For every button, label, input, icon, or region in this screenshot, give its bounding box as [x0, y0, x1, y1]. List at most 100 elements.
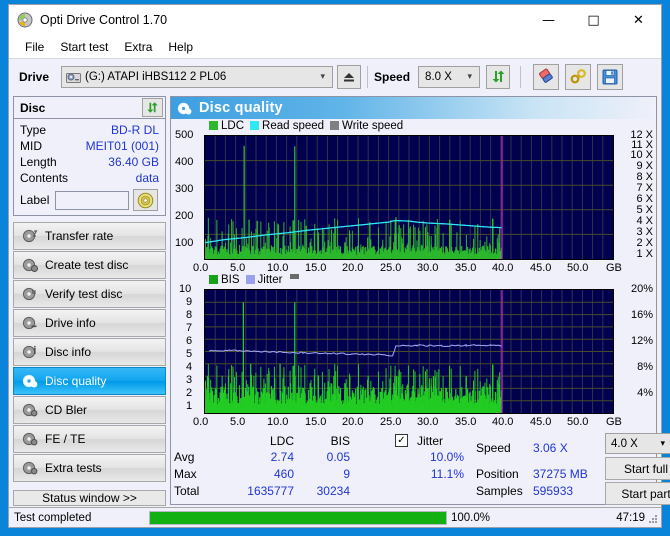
- legend-swatch: [250, 121, 260, 131]
- chart-ldc-readspeed[interactable]: 500 400 300 200 100 12 X 11 X 10 X 9 X 8…: [171, 129, 656, 274]
- chart2-y2tick: 20%: [630, 282, 653, 295]
- chart1-xunit: GB: [606, 261, 622, 274]
- speed-select[interactable]: 8.0 X ▾: [418, 65, 481, 88]
- eject-icon: [344, 72, 355, 81]
- disc-row-mid: MID MEIT01 (001): [20, 138, 159, 154]
- drive-value: (G:) ATAPI iHBS112 2 PL06: [85, 70, 227, 83]
- stats-panel: LDC BIS Avg Max Total 2.74 460 1635777 0…: [171, 432, 670, 505]
- sidebar-item-drive-info[interactable]: Drive info: [13, 309, 166, 337]
- jitter-checkbox[interactable]: ✓: [395, 434, 408, 447]
- save-button[interactable]: [597, 63, 624, 90]
- speed-label: Speed: [374, 69, 411, 84]
- chart2-y2tick: 8%: [637, 360, 653, 373]
- disc-row-type: Type BD-R DL: [20, 122, 159, 138]
- chart2-xtick: 40.0: [492, 415, 514, 428]
- start-full-button[interactable]: Start full: [605, 457, 670, 480]
- content-title: Disc quality: [199, 100, 283, 116]
- disc-value: 36.40 GB: [108, 155, 159, 169]
- progress-bar: [149, 510, 447, 525]
- sidebar-item-label: Verify test disc: [45, 287, 123, 301]
- disc-bler-icon: [22, 402, 38, 418]
- refresh-button[interactable]: [486, 64, 511, 89]
- jitter-label: Jitter: [417, 434, 444, 448]
- sidebar-item-create-test-disc[interactable]: Create test disc: [13, 251, 166, 279]
- app-window: Opti Drive Control 1.70 — □ ✕ File Start…: [8, 4, 670, 528]
- chart2-xtick: 0.0: [193, 415, 209, 428]
- chart1-xtick: 10.0: [267, 261, 289, 274]
- test-speed-select[interactable]: 4.0 X ▾: [605, 433, 670, 454]
- progress-fill: [150, 511, 446, 524]
- menu-start-test[interactable]: Start test: [52, 38, 116, 56]
- sidebar-item-label: Drive info: [45, 316, 96, 330]
- stats-position-label: Position: [476, 467, 519, 481]
- disc-label-button[interactable]: [133, 189, 159, 211]
- chart2-marker-icon: [290, 273, 300, 279]
- erase-button[interactable]: [533, 63, 560, 90]
- menu-help[interactable]: Help: [160, 38, 201, 56]
- chart2-xtick: 50.0: [567, 415, 589, 428]
- sidebar-item-extra-tests[interactable]: Extra tests: [13, 454, 166, 482]
- stats-bis-avg: 0.05: [326, 450, 350, 464]
- stats-col-ldc: LDC: [269, 434, 294, 448]
- tools-button[interactable]: [565, 63, 592, 90]
- chart2-xtick: 35.0: [455, 415, 477, 428]
- disc-row-length: Length 36.40 GB: [20, 154, 159, 170]
- eject-button[interactable]: [337, 64, 362, 89]
- menu-extra[interactable]: Extra: [116, 38, 160, 56]
- sidebar-item-verify-test-disc[interactable]: Verify test disc: [13, 280, 166, 308]
- maximize-button[interactable]: □: [571, 5, 616, 35]
- chart1-xtick: 40.0: [492, 261, 514, 274]
- stats-row-avg: Avg: [174, 450, 195, 464]
- close-button[interactable]: ✕: [616, 5, 661, 35]
- chart1-xtick: 35.0: [455, 261, 477, 274]
- check-icon: ✓: [397, 434, 406, 446]
- disc-value: MEIT01 (001): [85, 139, 159, 153]
- resize-grip-icon[interactable]: [648, 514, 658, 524]
- stats-ldc-total: 1635777: [247, 484, 294, 498]
- disc-info-panel: Disc Type BD-R DL MID MEIT01 (001) Lengt…: [13, 96, 166, 216]
- minimize-button[interactable]: —: [526, 5, 571, 35]
- legend-label: Jitter: [257, 273, 283, 286]
- legend-swatch: [330, 121, 340, 131]
- legend-label: Write speed: [342, 119, 404, 132]
- menu-bar: File Start test Extra Help: [9, 35, 661, 58]
- sidebar-item-fe-te[interactable]: FE / TE: [13, 425, 166, 453]
- chart2-y2tick: 4%: [637, 386, 653, 399]
- disc-drive-icon: [22, 315, 38, 331]
- stats-bis-max: 9: [343, 467, 350, 481]
- legend-label: Read speed: [262, 119, 325, 132]
- chart1-xtick: 15.0: [305, 261, 327, 274]
- chart1-xtick: 50.0: [567, 261, 589, 274]
- window-controls: — □ ✕: [526, 5, 661, 35]
- chart1-ytick: 500: [175, 128, 194, 141]
- chevron-down-icon: ▾: [660, 438, 665, 449]
- status-window-button[interactable]: Status window >>: [13, 490, 166, 506]
- status-text: Test completed: [14, 511, 92, 524]
- sidebar-item-cd-bler[interactable]: CD Bler: [13, 396, 166, 424]
- disc-quality-icon: [177, 101, 192, 116]
- chart2-ytick: 6: [186, 334, 193, 347]
- sidebar-item-transfer-rate[interactable]: Transfer rate: [13, 222, 166, 250]
- chart1-y2tick: 1 X: [636, 247, 653, 260]
- disc-value: BD-R DL: [110, 123, 159, 137]
- sidebar-item-disc-info[interactable]: Disc info: [13, 338, 166, 366]
- start-part-button[interactable]: Start part: [605, 482, 670, 505]
- chart1-plot: [204, 134, 614, 260]
- disc-refresh-button[interactable]: [142, 98, 163, 117]
- chart2-ytick: 1: [186, 399, 193, 412]
- chart2-xtick: 20.0: [342, 415, 364, 428]
- disc-label-input[interactable]: [55, 190, 130, 210]
- toolbar-divider-1: [367, 65, 369, 88]
- drive-select[interactable]: (G:) ATAPI iHBS112 2 PL06 ▾: [61, 65, 334, 88]
- stats-samples-value: 595933: [533, 484, 574, 498]
- chart1-ytick: 200: [175, 209, 194, 222]
- sidebar-item-label: FE / TE: [45, 432, 86, 446]
- chart-bis-jitter[interactable]: 10 9 8 7 6 5 4 3 2 1 20% 16% 12% 8% 4% 0…: [171, 283, 656, 432]
- content-header: Disc quality: [171, 97, 656, 119]
- menu-file[interactable]: File: [17, 38, 52, 56]
- sidebar-item-disc-quality[interactable]: Disc quality: [13, 367, 166, 395]
- disc-fete-icon: [22, 431, 38, 447]
- disc-panel-header: Disc: [14, 97, 165, 119]
- sidebar-item-label: Extra tests: [45, 461, 102, 475]
- toolbar-divider-2: [520, 65, 522, 88]
